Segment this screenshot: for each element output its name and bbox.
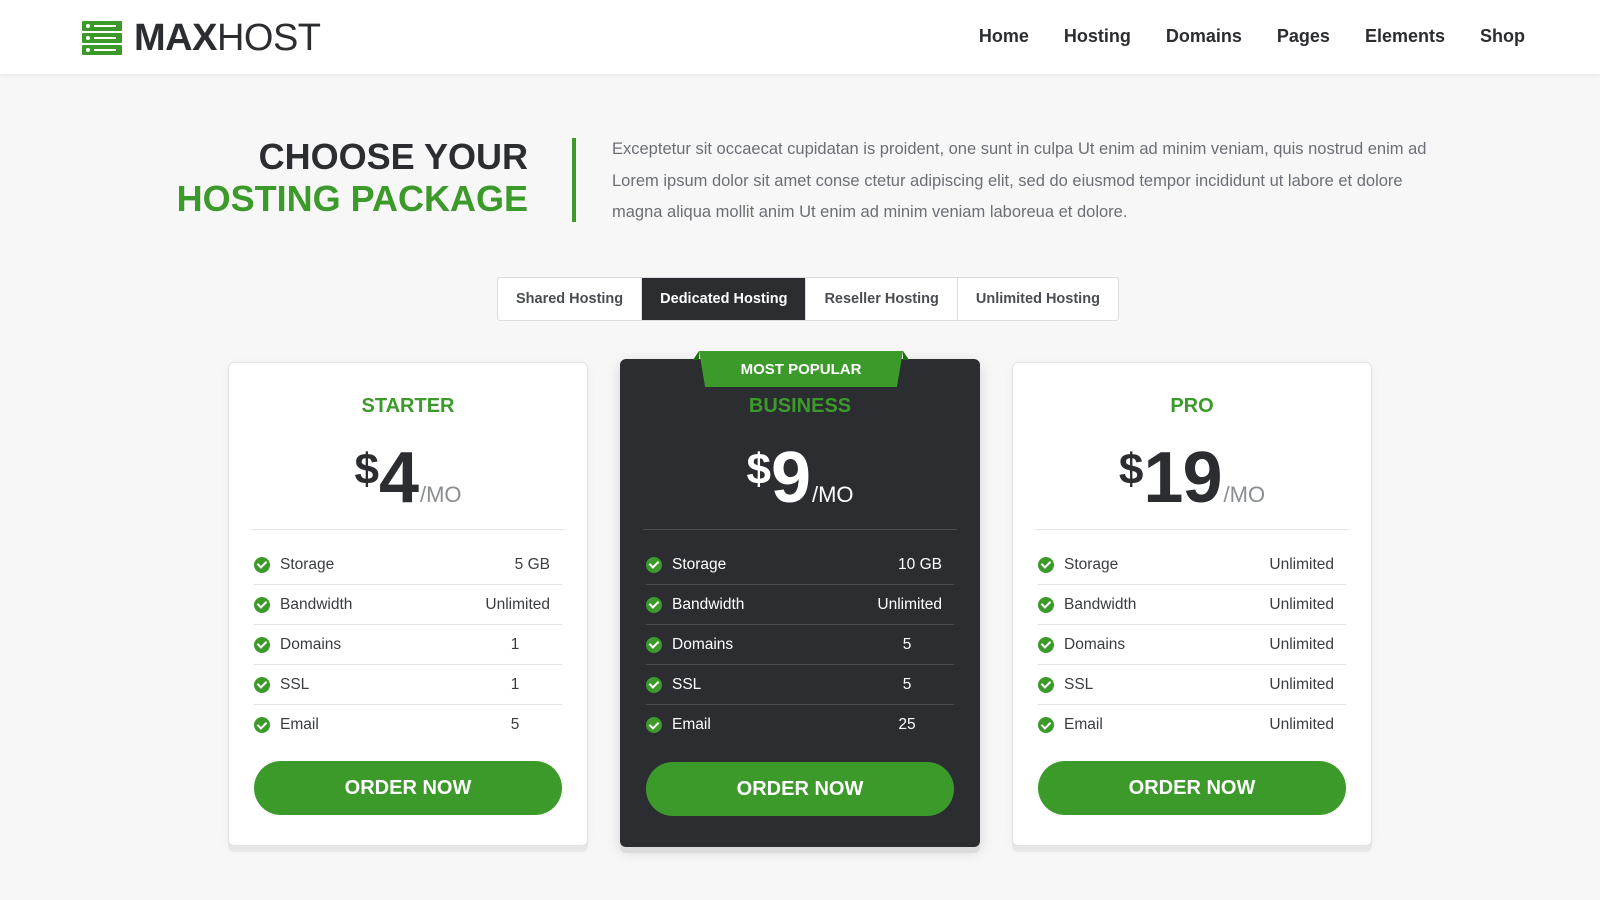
nav-home[interactable]: Home	[979, 26, 1029, 47]
feature-row: SSL 5	[646, 665, 954, 705]
order-now-button[interactable]: ORDER NOW	[254, 761, 562, 815]
nav-hosting[interactable]: Hosting	[1064, 26, 1131, 47]
divider	[1035, 529, 1349, 530]
check-icon	[254, 676, 270, 693]
check-icon	[254, 717, 270, 733]
feature-row: Email Unlimited	[1038, 705, 1346, 745]
check-icon	[254, 636, 270, 653]
plan-card-business: MOST POPULAR BUSINESS $9/MO Storage 10 GB…	[620, 351, 980, 847]
order-now-button[interactable]: ORDER NOW	[646, 762, 954, 816]
main-nav: Home Hosting Domains Pages Elements Shop	[979, 26, 1525, 47]
check-icon	[1038, 596, 1054, 613]
check-icon	[646, 636, 662, 653]
server-stack-icon	[82, 21, 122, 55]
logo[interactable]: MAXHOST	[82, 17, 321, 59]
feature-row: SSL 1	[254, 665, 562, 705]
plan-name: BUSINESS	[748, 395, 852, 417]
feature-row: Domains 5	[646, 625, 954, 665]
tab-dedicated-hosting[interactable]: Dedicated Hosting	[642, 278, 807, 320]
feature-list: Storage 10 GB Bandwidth Unlimited Domains 5…	[646, 545, 954, 745]
check-icon	[254, 596, 270, 613]
feature-list: Storage Unlimited Bandwidth Unlimited Doma…	[1038, 545, 1346, 745]
plan-price: $4/MO	[354, 438, 462, 518]
check-icon	[646, 596, 662, 613]
title-divider	[572, 138, 576, 222]
plan-name: STARTER	[361, 395, 455, 417]
check-icon	[1038, 636, 1054, 653]
check-icon	[646, 556, 662, 573]
site-header: MAXHOST Home Hosting Domains Pages Eleme…	[0, 0, 1600, 74]
feature-row: Storage 5 GB	[254, 545, 562, 585]
tab-reseller-hosting[interactable]: Reseller Hosting	[806, 278, 958, 320]
plan-card-pro: PRO $19/MO Storage Unlimited Bandwidth Unl…	[1012, 362, 1372, 846]
feature-row: Storage 10 GB	[646, 545, 954, 585]
feature-row: SSL Unlimited	[1038, 665, 1346, 705]
section-title-line2: HOSTING PACKAGE	[176, 178, 528, 219]
feature-row: Bandwidth Unlimited	[254, 585, 562, 625]
feature-row: Email 25	[646, 705, 954, 745]
plan-price: $9/MO	[746, 438, 854, 518]
feature-row: Domains 1	[254, 625, 562, 665]
section-title: CHOOSE YOUR HOSTING PACKAGE	[177, 136, 528, 220]
check-icon	[1038, 676, 1054, 693]
plan-card-starter: STARTER $4/MO Storage 5 GB Bandwidth Unlim…	[228, 362, 588, 846]
divider	[251, 529, 565, 530]
check-icon	[1038, 556, 1054, 573]
feature-row: Storage Unlimited	[1038, 545, 1346, 585]
hosting-tabs: Shared Hosting Dedicated Hosting Reselle…	[497, 277, 1119, 321]
check-icon	[646, 717, 662, 733]
tab-unlimited-hosting[interactable]: Unlimited Hosting	[958, 278, 1118, 320]
brand-name: MAXHOST	[134, 17, 321, 59]
plan-name: PRO	[1170, 395, 1214, 417]
feature-row: Domains Unlimited	[1038, 625, 1346, 665]
check-icon	[254, 556, 270, 573]
plan-price: $19/MO	[1118, 438, 1266, 518]
nav-shop[interactable]: Shop	[1480, 26, 1525, 47]
divider	[643, 529, 957, 530]
tab-shared-hosting[interactable]: Shared Hosting	[498, 278, 643, 320]
feature-row: Bandwidth Unlimited	[1038, 585, 1346, 625]
feature-list: Storage 5 GB Bandwidth Unlimited Domains 1 …	[254, 545, 562, 745]
section-title-line1: CHOOSE YOUR	[258, 136, 528, 177]
nav-pages[interactable]: Pages	[1277, 26, 1330, 47]
section-description: Exceptetur sit occaecat cupidatan is pro…	[612, 140, 1427, 221]
check-icon	[646, 676, 662, 693]
order-now-button[interactable]: ORDER NOW	[1038, 761, 1346, 815]
check-icon	[1038, 717, 1054, 733]
nav-elements[interactable]: Elements	[1365, 26, 1445, 47]
nav-domains[interactable]: Domains	[1166, 26, 1242, 47]
feature-row: Bandwidth Unlimited	[646, 585, 954, 625]
feature-row: Email 5	[254, 705, 562, 745]
most-popular-badge: MOST POPULAR	[699, 351, 903, 387]
